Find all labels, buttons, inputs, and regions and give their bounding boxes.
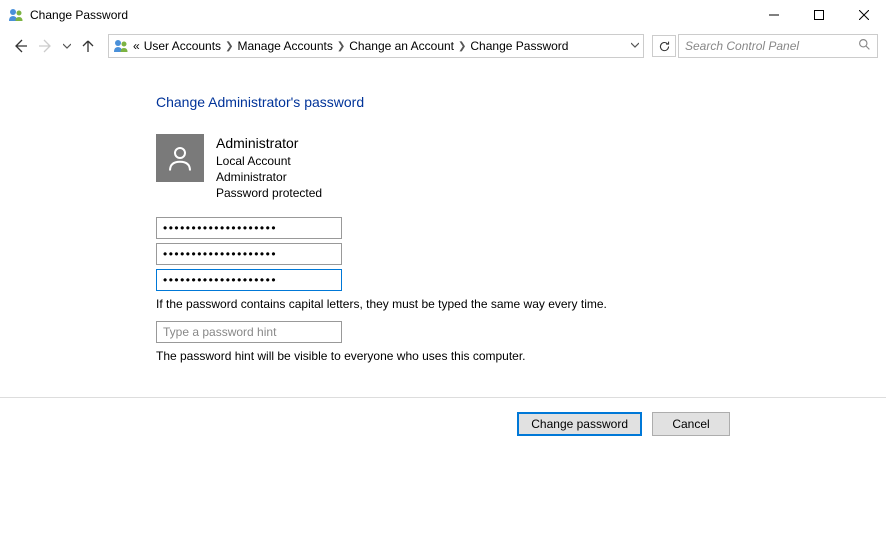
up-button[interactable] xyxy=(76,34,100,58)
maximize-button[interactable] xyxy=(796,0,841,30)
password-fields: If the password contains capital letters… xyxy=(156,217,886,369)
breadcrumb-item[interactable]: Change Password xyxy=(470,39,568,53)
breadcrumb-prefix: « xyxy=(133,39,140,53)
user-info-block: Administrator Local Account Administrato… xyxy=(156,134,886,201)
refresh-button[interactable] xyxy=(652,35,676,57)
user-password-status: Password protected xyxy=(216,185,322,201)
change-password-button[interactable]: Change password xyxy=(517,412,642,436)
address-bar[interactable]: « User Accounts ❯ Manage Accounts ❯ Chan… xyxy=(108,34,644,58)
user-meta: Administrator Local Account Administrato… xyxy=(216,134,322,201)
breadcrumb-item[interactable]: User Accounts xyxy=(144,39,221,53)
forward-button[interactable] xyxy=(34,34,58,58)
cancel-button[interactable]: Cancel xyxy=(652,412,730,436)
search-input[interactable] xyxy=(685,39,858,53)
chevron-right-icon[interactable]: ❯ xyxy=(333,41,349,52)
navigation-bar: « User Accounts ❯ Manage Accounts ❯ Chan… xyxy=(0,30,886,64)
user-role: Administrator xyxy=(216,169,322,185)
breadcrumb-item[interactable]: Manage Accounts xyxy=(237,39,332,53)
password-hint-input[interactable] xyxy=(156,321,342,343)
user-account-type: Local Account xyxy=(216,153,322,169)
address-dropdown-icon[interactable] xyxy=(631,41,639,52)
user-accounts-icon xyxy=(8,7,24,23)
close-button[interactable] xyxy=(841,0,886,30)
chevron-right-icon[interactable]: ❯ xyxy=(454,41,470,52)
chevron-right-icon[interactable]: ❯ xyxy=(221,41,237,52)
recent-locations-button[interactable] xyxy=(60,34,74,58)
search-icon[interactable] xyxy=(858,38,871,54)
window-controls xyxy=(751,0,886,30)
breadcrumb-item[interactable]: Change an Account xyxy=(349,39,454,53)
caps-note: If the password contains capital letters… xyxy=(156,297,886,311)
avatar xyxy=(156,134,204,182)
search-box[interactable] xyxy=(678,34,878,58)
window-title: Change Password xyxy=(30,8,751,22)
hint-note: The password hint will be visible to eve… xyxy=(156,349,886,363)
back-button[interactable] xyxy=(8,34,32,58)
button-footer: Change password Cancel xyxy=(0,397,886,436)
current-password-input[interactable] xyxy=(156,217,342,239)
new-password-input[interactable] xyxy=(156,243,342,265)
titlebar: Change Password xyxy=(0,0,886,30)
minimize-button[interactable] xyxy=(751,0,796,30)
content-area: Change Administrator's password Administ… xyxy=(0,64,886,369)
user-accounts-icon xyxy=(113,38,129,54)
page-title: Change Administrator's password xyxy=(156,94,886,110)
confirm-password-input[interactable] xyxy=(156,269,342,291)
user-name: Administrator xyxy=(216,134,322,153)
